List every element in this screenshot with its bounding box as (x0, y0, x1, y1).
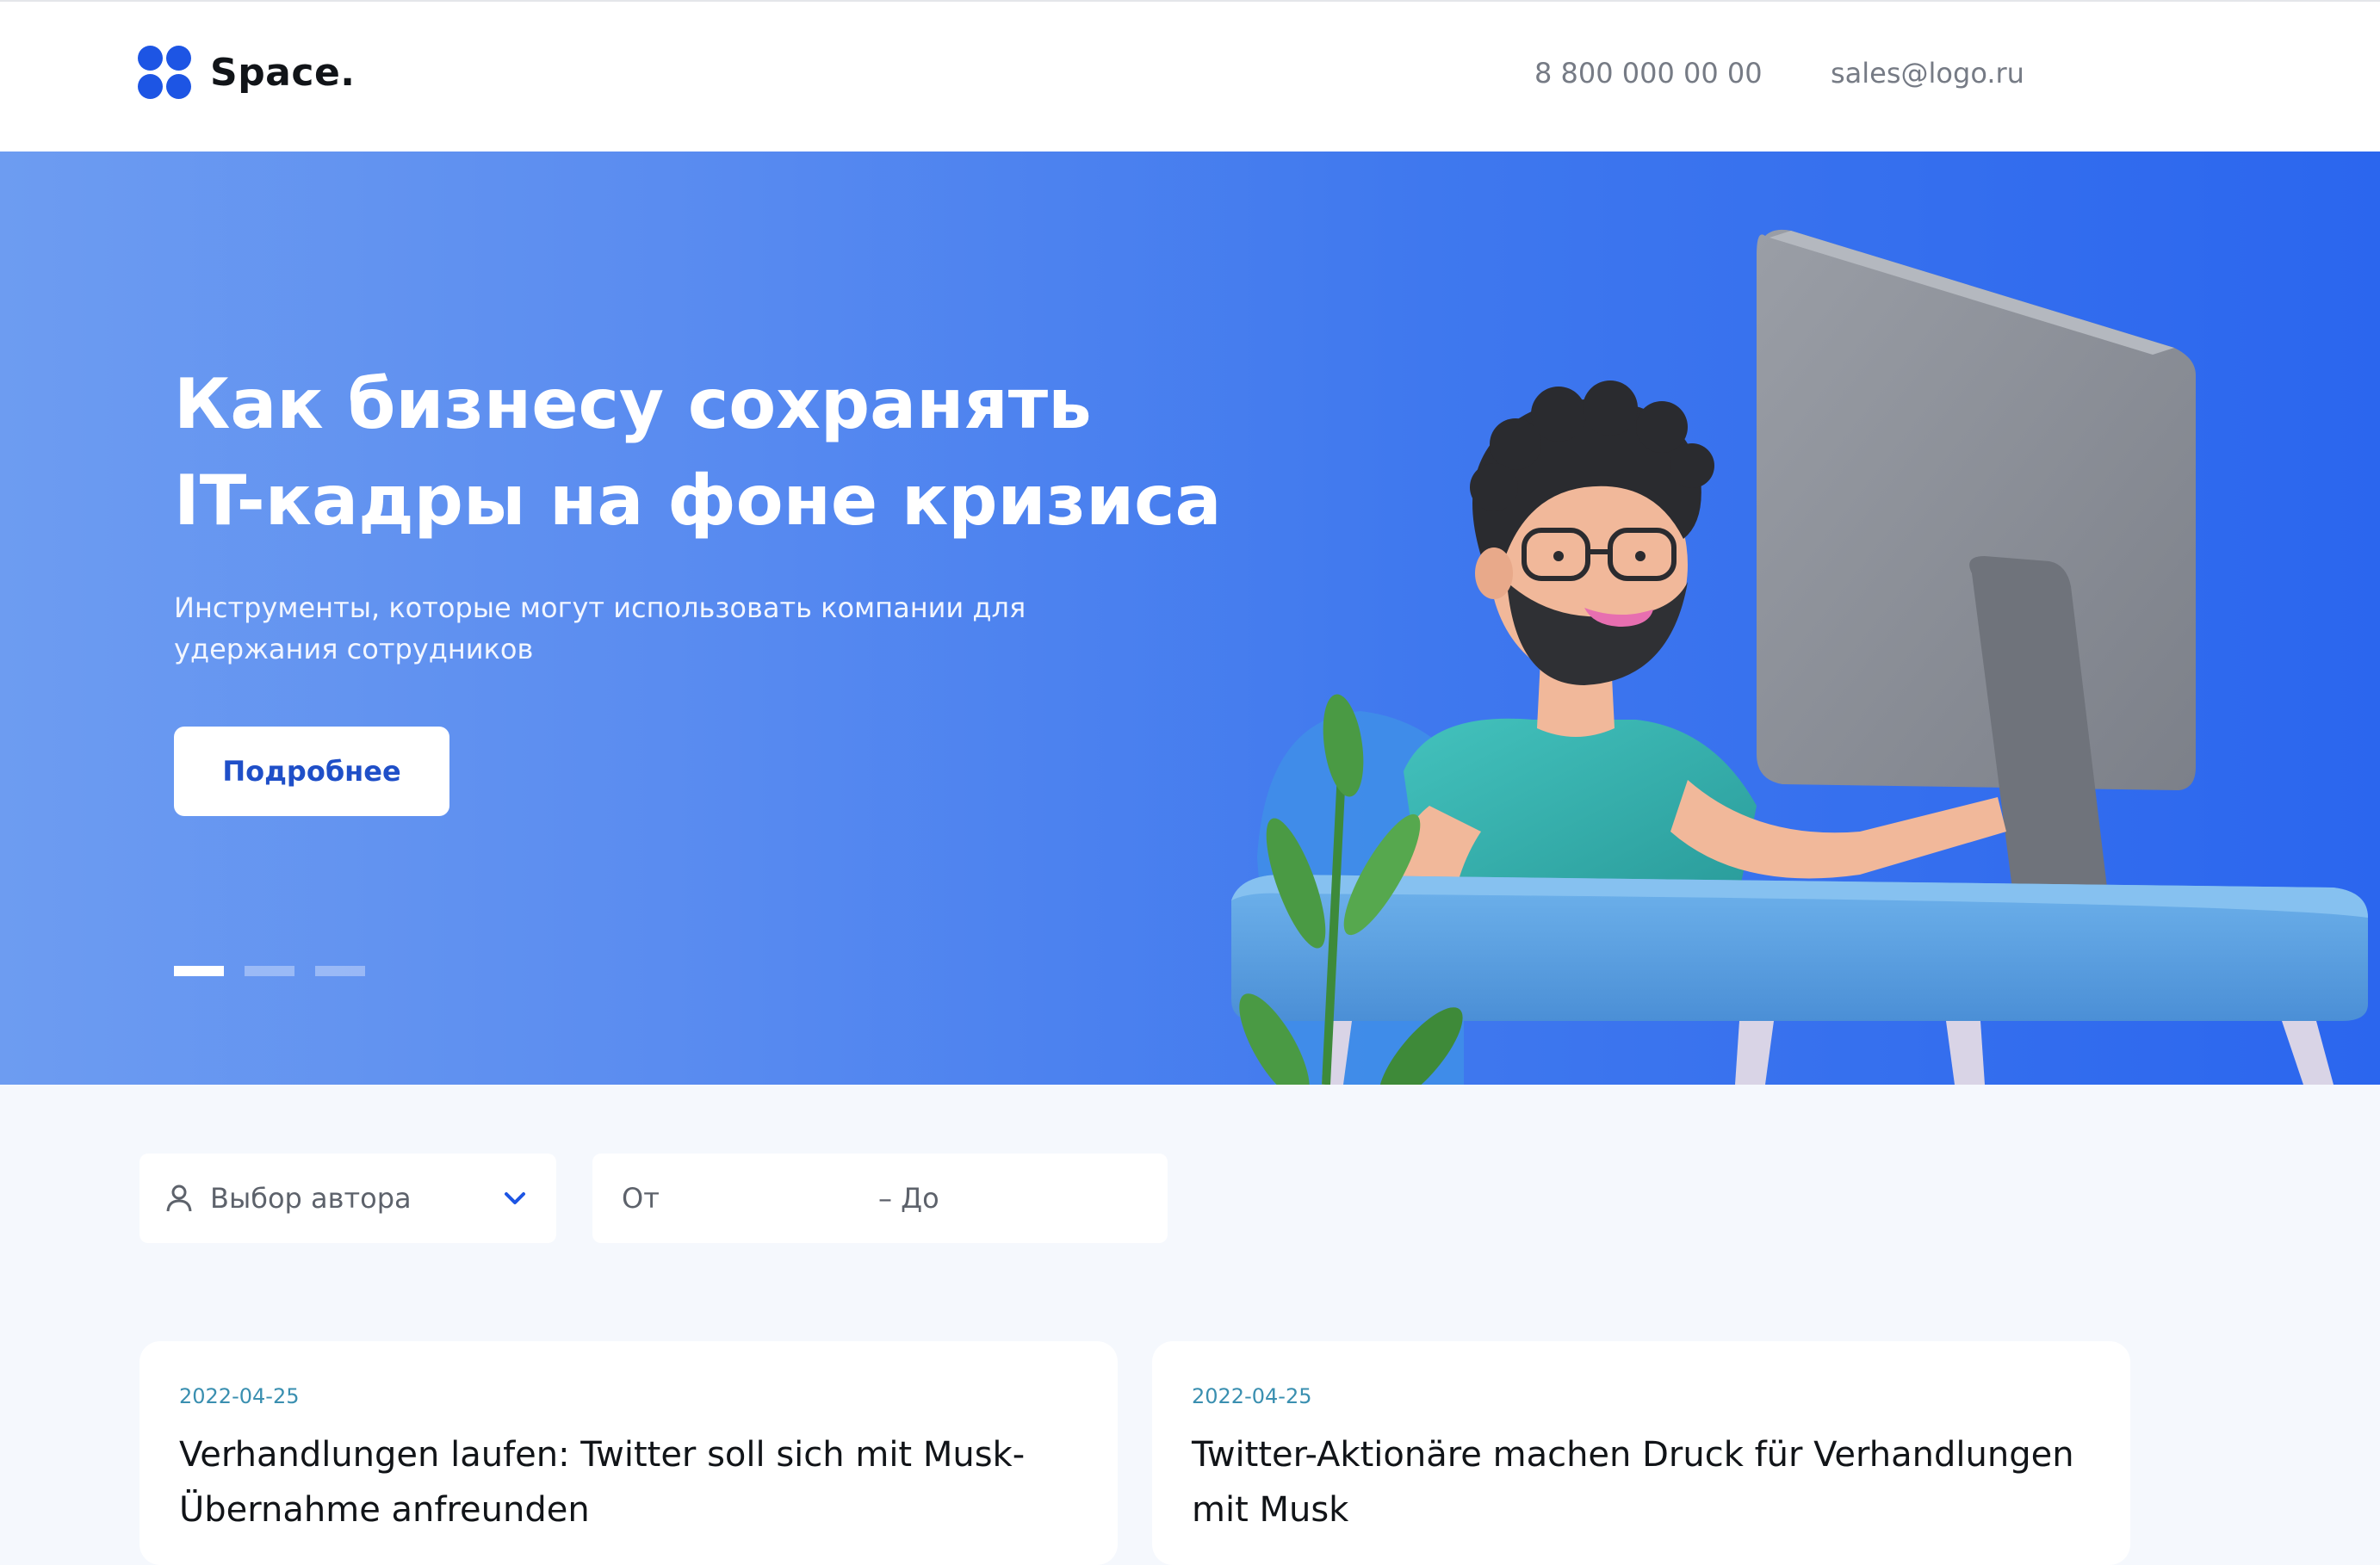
four-dots-logo-icon (138, 46, 191, 99)
author-select-label: Выбор автора (210, 1182, 412, 1215)
slider-dot-2[interactable] (245, 966, 294, 976)
slider-dot-1[interactable] (174, 966, 224, 976)
date-range-filter (592, 1154, 1168, 1243)
phone-link[interactable]: 8 800 000 00 00 (1534, 57, 1763, 90)
hero-banner: Как бизнесу сохранять IT-кадры на фоне к… (0, 152, 2380, 1085)
hero-title: Как бизнесу сохранять IT-кадры на фоне к… (174, 356, 1293, 549)
slider-dot-3[interactable] (315, 966, 365, 976)
site-header: Space. 8 800 000 00 00 sales@logo.ru (0, 0, 2380, 152)
chevron-down-icon (505, 1192, 525, 1204)
article-title[interactable]: Verhandlungen laufen: Twitter soll sich … (179, 1427, 1092, 1537)
article-date: 2022-04-25 (1192, 1384, 1312, 1408)
more-button[interactable]: Подробнее (174, 727, 449, 816)
email-link[interactable]: sales@logo.ru (1831, 57, 2024, 90)
date-from-input[interactable] (620, 1154, 827, 1243)
user-icon (166, 1185, 192, 1212)
hero-subtitle: Инструменты, которые могут использовать … (174, 591, 1026, 665)
logo[interactable]: Space. (138, 43, 356, 102)
author-select[interactable]: Выбор автора (139, 1154, 556, 1243)
hero-illustration (1231, 229, 2368, 1085)
article-card[interactable]: 2022-04-25 Twitter-Aktionäre machen Druc… (1152, 1341, 2130, 1565)
article-title[interactable]: Twitter-Aktionäre machen Druck für Verha… (1192, 1427, 2104, 1537)
date-to-input[interactable] (877, 1154, 1135, 1243)
logo-text: Space. (210, 50, 356, 95)
article-card[interactable]: 2022-04-25 Verhandlungen laufen: Twitter… (139, 1341, 1118, 1565)
hero-title-line: IT-кадры на фоне кризиса (174, 461, 1222, 541)
hero-title-line: Как бизнесу сохранять (174, 364, 1092, 444)
article-date: 2022-04-25 (179, 1384, 300, 1408)
slider-pagination (174, 966, 386, 976)
